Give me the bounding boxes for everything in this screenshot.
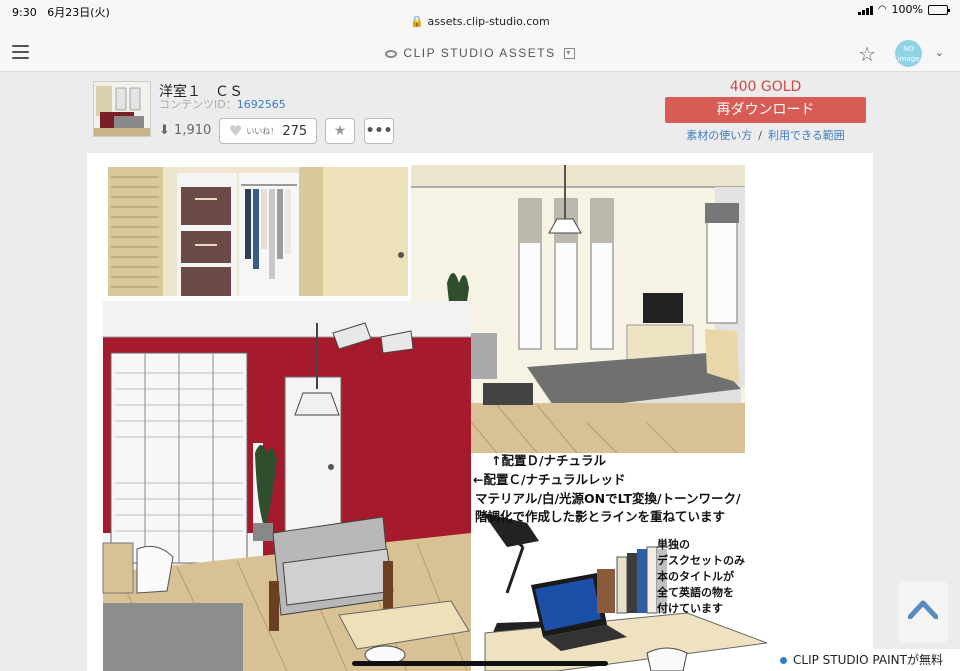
closet-panel [108, 167, 408, 296]
like-button[interactable]: ♥ いいね！ 275 [219, 118, 317, 144]
status-indicators: ◠ 100% [857, 3, 950, 16]
star-icon: ★ [333, 123, 347, 139]
battery-icon [928, 4, 950, 15]
heart-icon: ♥ [228, 122, 243, 140]
download-icon: ⬇ [159, 123, 170, 138]
annotation-d: ↑配置Ｄ/ナチュラル [491, 453, 607, 468]
scroll-to-top-button[interactable] [898, 581, 948, 643]
site-header: CLIP STUDIO ASSETS ▾ ☆ NO image ⌄ [0, 36, 960, 72]
more-button[interactable]: ••• [364, 118, 394, 144]
link-usage[interactable]: 素材の使い方 [686, 129, 752, 142]
more-icon: ••• [365, 123, 393, 139]
address-bar[interactable]: 🔒 assets.clip-studio.com [0, 15, 960, 28]
chevron-up-icon [908, 600, 938, 619]
download-count: ⬇ 1,910 [159, 123, 212, 138]
clip-logo-icon [385, 49, 398, 58]
lock-icon: 🔒 [410, 15, 424, 28]
content-id: コンテンツID：1692565 [159, 98, 286, 111]
home-indicator[interactable] [352, 661, 608, 666]
avatar[interactable]: NO image [895, 40, 922, 67]
preview-image: ↑配置Ｄ/ナチュラル ←配置Ｃ/ナチュラルレッド マテリアル/白/光源ONでLT… [87, 153, 873, 671]
red-room-panel [102, 301, 471, 671]
chevron-down-icon[interactable]: ⌄ [935, 46, 944, 59]
promo-dot-icon [780, 657, 787, 664]
link-scope[interactable]: 利用できる範囲 [768, 129, 845, 142]
favorite-button[interactable]: ★ [325, 118, 355, 144]
like-count: 275 [282, 123, 308, 139]
content-thumbnail[interactable] [93, 81, 151, 137]
status-bar: 9:30 6月23日(火) 🔒 assets.clip-studio.com ◠… [0, 0, 960, 36]
price: 400 GOLD [729, 79, 802, 95]
signal-icon [857, 5, 873, 15]
annotation-c: ←配置Ｃ/ナチュラルレッド [473, 472, 626, 487]
brand-logo[interactable]: CLIP STUDIO ASSETS ▾ [0, 46, 960, 60]
help-links: 素材の使い方 / 利用できる範囲 [686, 129, 845, 142]
battery-percent: 100% [891, 3, 923, 16]
annotation-material: マテリアル/白/光源ONでLT変換/トーンワーク/ [475, 491, 741, 506]
dropdown-box-icon[interactable]: ▾ [563, 48, 575, 60]
redownload-button[interactable]: 再ダウンロード [665, 97, 866, 123]
promo-banner[interactable]: CLIP STUDIO PAINTが無料 [772, 649, 960, 671]
content-info-bar: 洋室１ ＣＳ コンテンツID：1692565 ⬇ 1,910 ♥ いいね！ 27… [0, 73, 960, 153]
room-illustration [102, 165, 768, 671]
favorite-star-icon[interactable]: ☆ [858, 42, 876, 66]
annotation-shading: 階調化で作成した影とラインを重ねています [475, 509, 726, 524]
desk-note: 単独の デスクセットのみ 本のタイトルが 全て英語の物を 付けています [657, 538, 745, 615]
wifi-icon: ◠ [877, 4, 887, 15]
